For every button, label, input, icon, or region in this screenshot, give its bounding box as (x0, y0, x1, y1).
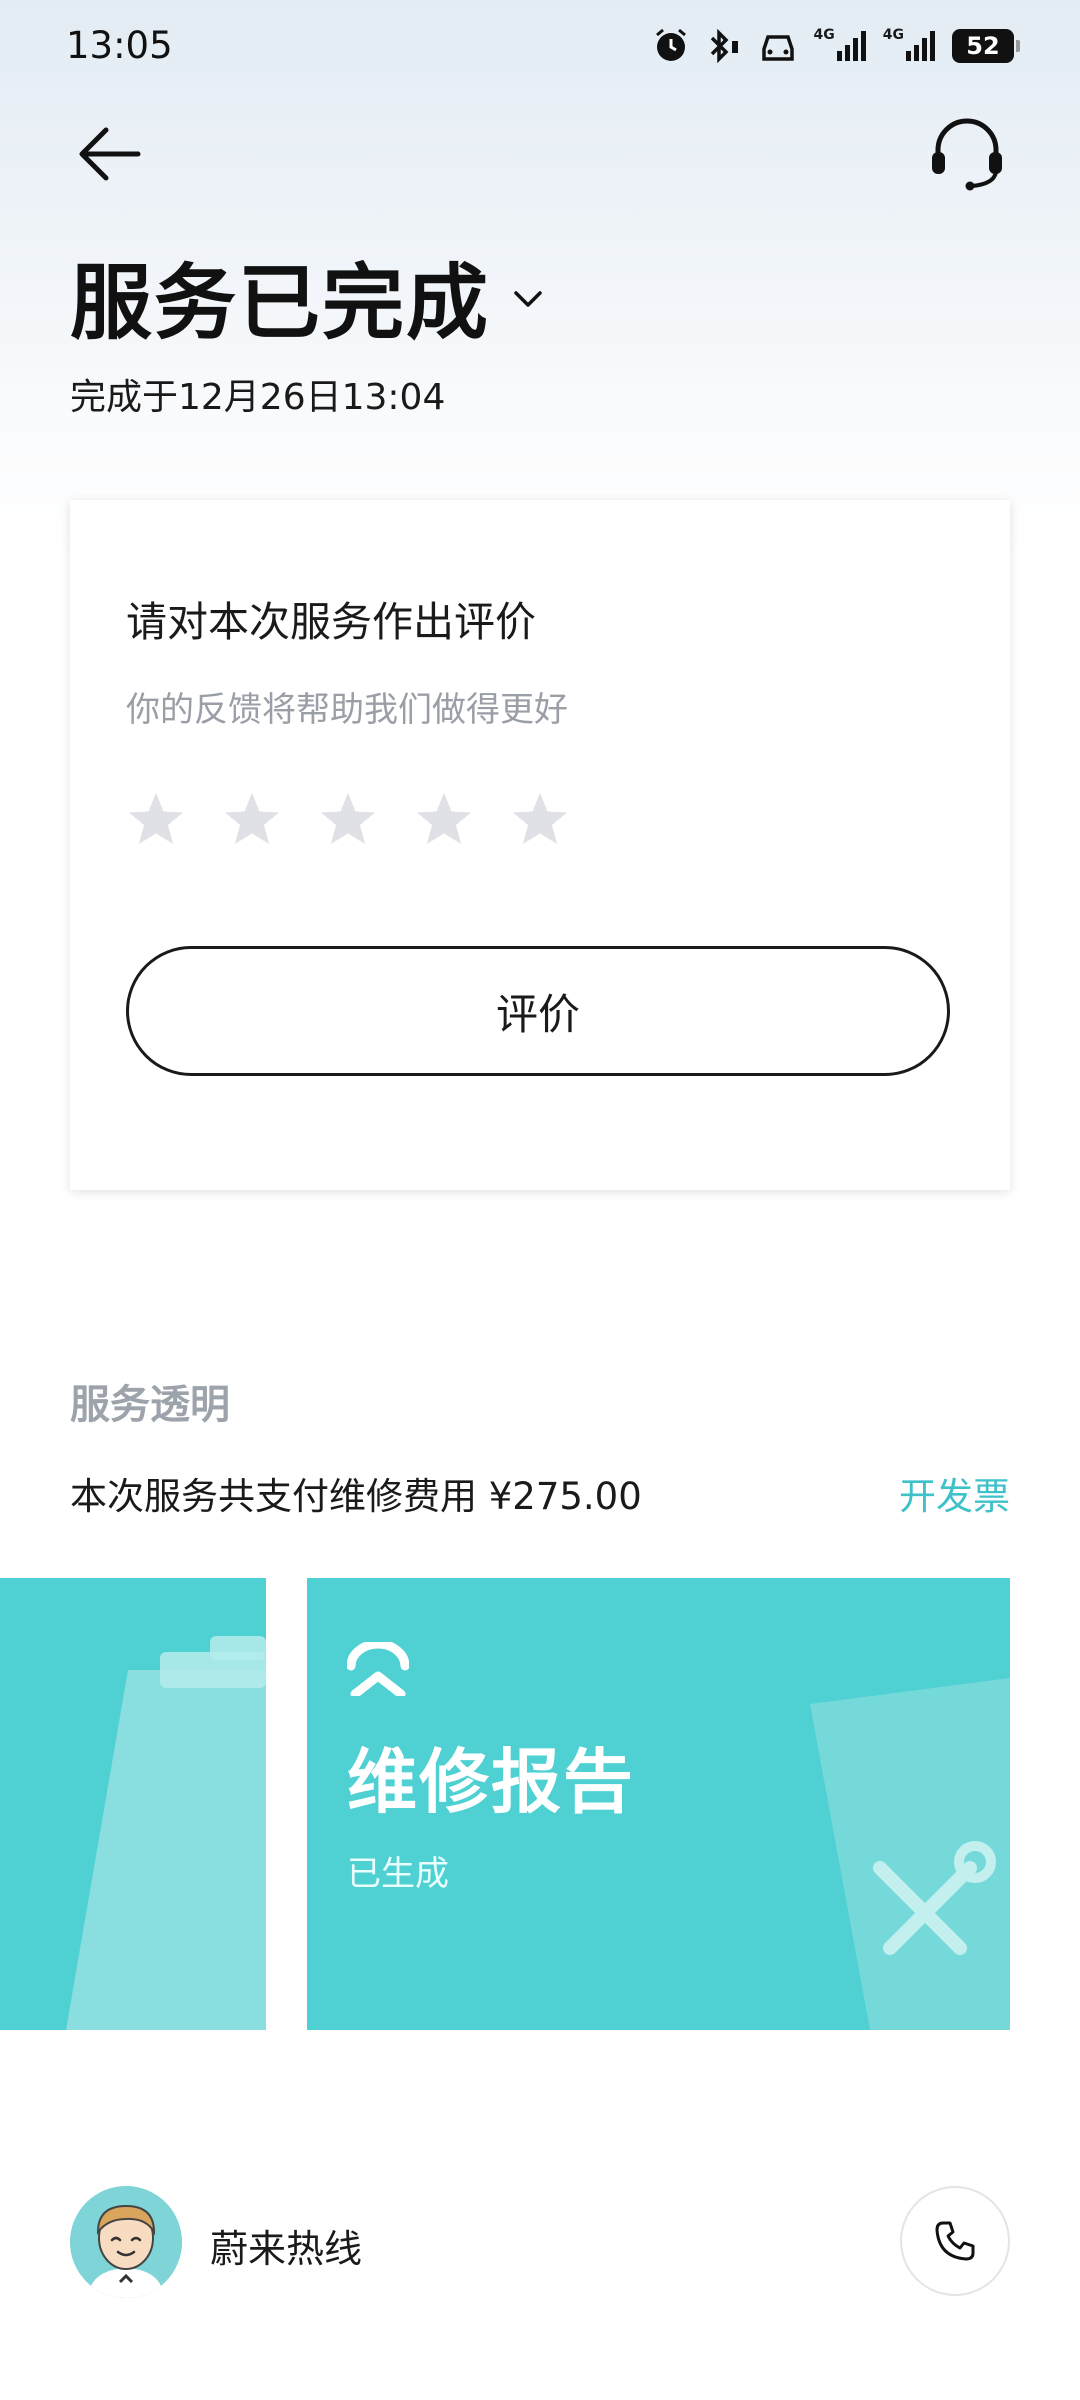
back-button[interactable] (70, 114, 150, 194)
rating-subtitle: 你的反馈将帮助我们做得更好 (126, 690, 568, 730)
hotline-label: 蔚来热线 (210, 2227, 363, 2271)
status-icons: 4G 4G 52 (652, 26, 1020, 66)
avatar (70, 2186, 182, 2298)
customer-service-button[interactable] (926, 112, 1008, 194)
invoice-link[interactable]: 开发票 (899, 1466, 1010, 1520)
star-icon[interactable] (222, 790, 282, 850)
signal-icon: 4G (814, 27, 867, 65)
status-bar: 13:05 4G 4G 52 (0, 0, 1080, 100)
brand-logo-icon (347, 1642, 409, 1696)
payment-row: 本次服务共支付维修费用 ¥275.00 开发票 (70, 1466, 1010, 1520)
top-navigation (0, 100, 1080, 200)
status-title-row[interactable]: 服务已完成 (70, 236, 546, 355)
star-icon[interactable] (318, 790, 378, 850)
rate-button[interactable]: 评价 (126, 946, 950, 1076)
page-title: 服务已完成 (70, 256, 491, 351)
signal-icon: 4G (883, 27, 936, 65)
rating-card: 请对本次服务作出评价 你的反馈将帮助我们做得更好 评价 (70, 500, 1010, 1190)
previous-card[interactable] (0, 1578, 266, 2030)
alarm-icon (652, 27, 690, 65)
network-type-label: 4G (882, 27, 904, 43)
chevron-down-icon[interactable] (510, 281, 546, 317)
report-status: 已生成 (347, 1854, 449, 1894)
headset-icon (932, 118, 1002, 191)
report-carousel[interactable]: 维修报告 已生成 (0, 1578, 1080, 2030)
hotline-row: 蔚来热线 (70, 2186, 1010, 2298)
bluetooth-icon (706, 27, 742, 65)
agent-avatar-icon (70, 2186, 182, 2298)
report-title: 维修报告 (347, 1741, 635, 1823)
star-icon[interactable] (510, 790, 570, 850)
payment-summary: 本次服务共支付维修费用 ¥275.00 (70, 1475, 642, 1518)
network-type-label: 4G (813, 27, 835, 43)
rating-title: 请对本次服务作出评价 (126, 598, 536, 646)
section-title-transparency: 服务透明 (70, 1382, 230, 1428)
repair-report-card[interactable]: 维修报告 已生成 (307, 1578, 1010, 2030)
clipboard-illustration-icon (66, 1636, 266, 2030)
call-button[interactable] (900, 2186, 1010, 2296)
star-rating[interactable] (126, 790, 570, 850)
wrench-screwdriver-icon (810, 1678, 1010, 2030)
back-arrow-icon (79, 127, 141, 181)
star-icon[interactable] (126, 790, 186, 850)
completion-time: 完成于12月26日13:04 (70, 377, 446, 418)
battery-icon: 52 (952, 29, 1020, 63)
star-icon[interactable] (414, 790, 474, 850)
phone-icon (935, 2221, 975, 2261)
car-icon (758, 27, 798, 65)
status-time: 13:05 (66, 24, 173, 67)
